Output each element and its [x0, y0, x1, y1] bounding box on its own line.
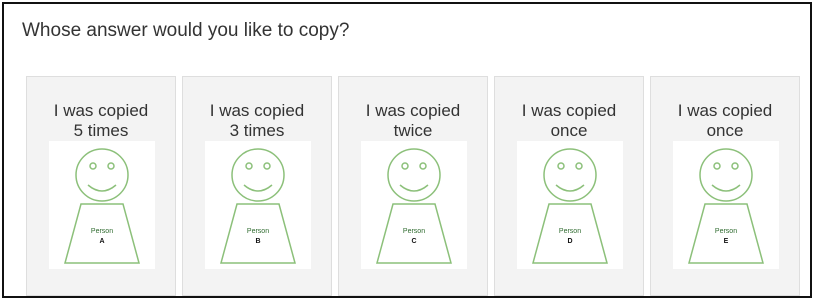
- person-eye-right: [575, 162, 583, 170]
- person-head: [231, 148, 285, 202]
- caption-line1: I was copied: [521, 101, 617, 120]
- person-figure: Person D: [517, 141, 623, 269]
- option-card-d[interactable]: I was copied once Person D: [494, 76, 644, 296]
- caption-line1: I was copied: [677, 101, 773, 120]
- person-eye-right: [263, 162, 271, 170]
- caption-line2: 5 times: [73, 121, 129, 140]
- person-smile: [711, 184, 741, 192]
- person-smile: [243, 184, 273, 192]
- person-label: Person: [403, 228, 425, 235]
- option-card-b[interactable]: I was copied 3 times Person B: [182, 76, 332, 296]
- option-caption: I was copied once: [495, 101, 643, 141]
- caption-line2: once: [550, 121, 588, 140]
- option-caption: I was copied 3 times: [183, 101, 331, 141]
- option-card-a[interactable]: I was copied 5 times Person A: [26, 76, 176, 296]
- person-eye-right: [419, 162, 427, 170]
- person-label: Person: [715, 228, 737, 235]
- person-figure: Person B: [205, 141, 311, 269]
- option-card-c[interactable]: I was copied twice Person C: [338, 76, 488, 296]
- person-head: [75, 148, 129, 202]
- person-eye-right: [731, 162, 739, 170]
- person-letter: D: [567, 238, 572, 245]
- caption-line2: twice: [393, 121, 433, 140]
- option-caption: I was copied 5 times: [27, 101, 175, 141]
- option-caption: I was copied once: [651, 101, 799, 141]
- person-letter: E: [724, 238, 729, 245]
- survey-panel: Whose answer would you like to copy? I w…: [2, 2, 812, 298]
- person-head: [699, 148, 753, 202]
- person-smile: [87, 184, 117, 192]
- caption-line2: once: [706, 121, 744, 140]
- person-smile: [399, 184, 429, 192]
- person-eye-left: [401, 162, 409, 170]
- person-letter: A: [99, 238, 104, 245]
- person-label: Person: [247, 228, 269, 235]
- caption-line2: 3 times: [229, 121, 285, 140]
- person-figure: Person E: [673, 141, 779, 269]
- person-head: [543, 148, 597, 202]
- person-head: [387, 148, 441, 202]
- person-label: Person: [91, 228, 113, 235]
- question-text: Whose answer would you like to copy?: [22, 20, 350, 41]
- caption-line1: I was copied: [365, 101, 461, 120]
- person-eye-left: [713, 162, 721, 170]
- person-eye-right: [107, 162, 115, 170]
- person-eye-left: [89, 162, 97, 170]
- caption-line1: I was copied: [209, 101, 305, 120]
- person-figure: Person C: [361, 141, 467, 269]
- person-letter: C: [411, 238, 416, 245]
- answer-options: I was copied 5 times Person A I was copi…: [26, 76, 800, 296]
- person-smile: [555, 184, 585, 192]
- caption-line1: I was copied: [53, 101, 149, 120]
- person-eye-left: [245, 162, 253, 170]
- person-figure: Person A: [49, 141, 155, 269]
- person-eye-left: [557, 162, 565, 170]
- person-letter: B: [255, 238, 260, 245]
- option-caption: I was copied twice: [339, 101, 487, 141]
- option-card-e[interactable]: I was copied once Person E: [650, 76, 800, 296]
- person-label: Person: [559, 228, 581, 235]
